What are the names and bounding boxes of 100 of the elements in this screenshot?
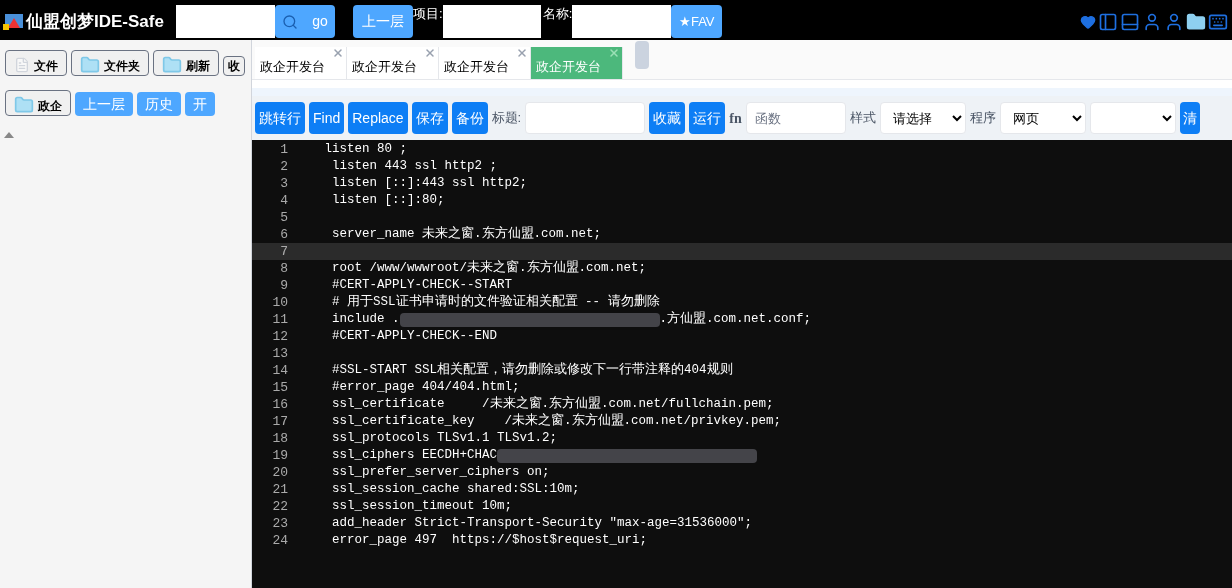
toolbar-button[interactable]: 备份	[451, 102, 488, 134]
sidebar-button[interactable]: 上一层	[75, 92, 133, 116]
panel-bottom-icon[interactable]	[1120, 11, 1140, 32]
sidebar-button[interactable]: 文件夹	[71, 50, 149, 76]
sidebar-button[interactable]: 政企	[5, 90, 71, 116]
file-icon	[14, 55, 30, 75]
code-line: #SSL-START SSL相关配置，请勿删除或修改下一行带注释的404规则	[331, 361, 733, 380]
project-label: 项目:	[413, 5, 443, 23]
code-line: ssl_session_timeout 10m;	[331, 498, 513, 516]
clear-button[interactable]: 清	[1179, 102, 1200, 134]
up-button[interactable]: 上一层	[353, 5, 413, 38]
line-number: 6	[279, 225, 288, 244]
toolbar-button[interactable]: Find	[309, 102, 345, 134]
line-number: 18	[271, 429, 288, 448]
editor-tab[interactable]: 政企开发台	[531, 47, 623, 79]
fav-button[interactable]: ★FAV	[671, 5, 723, 38]
logo-icon	[2, 11, 24, 32]
line-number: 12	[271, 327, 288, 346]
code-line: listen 80 ;	[323, 141, 408, 159]
code-line: server_name 未来之窗.东方仙盟.com.net;	[331, 225, 602, 244]
program-select[interactable]: 网页	[999, 102, 1086, 134]
line-number: 8	[279, 259, 288, 278]
line-number: 24	[271, 531, 288, 550]
sidebar-button[interactable]: 刷新	[153, 50, 219, 76]
line-number: 13	[271, 344, 288, 363]
title-field[interactable]	[525, 102, 646, 134]
close-icon[interactable]	[332, 47, 344, 59]
line-number: 20	[271, 463, 288, 482]
sidebar-button[interactable]: 收	[223, 56, 245, 76]
code-line: ssl_session_cache shared:SSL:10m;	[331, 481, 580, 499]
folder-icon	[162, 55, 182, 75]
code-line: listen 443 ssl http2 ;	[331, 158, 498, 176]
line-number: 4	[279, 191, 288, 210]
close-icon[interactable]	[424, 47, 436, 59]
app-title: 仙盟创梦IDE-Safe	[26, 10, 165, 33]
toolbar-button[interactable]: Replace	[348, 102, 408, 134]
scroll-up-icon[interactable]	[4, 132, 14, 138]
project-field[interactable]	[442, 5, 541, 38]
go-button[interactable]: go	[275, 5, 335, 38]
code-line: #error_page 404/404.html;	[331, 379, 520, 396]
code-line: ssl_prefer_server_ciphers on;	[331, 464, 550, 482]
sidebar-button[interactable]: 文件	[5, 50, 67, 76]
line-number: 16	[271, 395, 288, 414]
folder-icon[interactable]	[1186, 11, 1206, 32]
close-icon[interactable]	[608, 47, 620, 59]
program-label: 程序	[969, 109, 996, 128]
title-label: 标题:	[491, 109, 522, 128]
line-number: 3	[279, 174, 288, 193]
code-line: error_page 497 https://$host$request_uri;	[331, 532, 648, 550]
line-number: 22	[271, 497, 288, 516]
editor-tab[interactable]: 政企开发台	[347, 47, 439, 79]
line-number: 10	[271, 293, 288, 312]
code-line: ssl_ciphers EECDH+CHAC	[331, 447, 498, 465]
code-line: listen [::]:80;	[331, 192, 445, 210]
editor-tab[interactable]: 政企开发台	[439, 47, 531, 79]
line-number: 21	[271, 480, 288, 499]
line-number: 2	[279, 157, 288, 176]
code-line: .方仙盟.com.net.conf;	[659, 310, 812, 329]
sidebar-button[interactable]: 开	[185, 92, 215, 116]
fn-label: fn	[729, 109, 742, 128]
toolbar-button[interactable]: 收藏	[649, 102, 686, 134]
code-line: listen [::]:443 ssl http2;	[331, 175, 528, 193]
folder-icon	[80, 55, 100, 75]
line-number: 14	[271, 361, 288, 380]
line-number: 1	[279, 140, 288, 159]
code-line: ssl_protocols TLSv1.1 TLSv1.2;	[331, 430, 558, 448]
line-number: 23	[271, 514, 288, 533]
user-icon[interactable]	[1164, 11, 1184, 32]
line-number: 5	[279, 208, 288, 227]
editor-tab[interactable]: 政企开发台	[255, 47, 347, 79]
line-number: 15	[271, 378, 288, 397]
toolbar-button[interactable]: 运行	[689, 102, 726, 134]
folder-icon	[14, 95, 34, 115]
code-line: root /www/wwwroot/未来之窗.东方仙盟.com.net;	[331, 259, 647, 278]
code-line: add_header Strict-Transport-Security "max-age=31536000";	[331, 515, 753, 533]
panel-left-icon[interactable]	[1098, 11, 1118, 32]
toolbar-button[interactable]: 跳转行	[255, 102, 305, 134]
tab-scrollbar-thumb[interactable]	[635, 41, 649, 69]
line-number: 17	[271, 412, 288, 431]
code-line: ssl_certificate /未来之窗.东方仙盟.com.net/fullchain.pem;	[331, 395, 774, 413]
function-field[interactable]: 函数	[745, 102, 846, 134]
code-line: include .	[331, 311, 400, 329]
user-icon[interactable]	[1142, 11, 1162, 32]
name-label: 名称:	[542, 5, 573, 23]
style-label: 样式	[849, 109, 876, 128]
sidebar-button[interactable]: 历史	[137, 92, 181, 116]
line-number: 19	[271, 446, 288, 465]
close-icon[interactable]	[516, 47, 528, 59]
code-line: #CERT-APPLY-CHECK--START	[331, 277, 513, 294]
toolbar-button[interactable]: 保存	[411, 102, 448, 134]
line-number: 9	[279, 276, 288, 295]
code-line: # 用于SSL证书申请时的文件验证相关配置 -- 请勿删除	[331, 293, 660, 312]
search-field[interactable]	[176, 5, 275, 38]
code-line: #CERT-APPLY-CHECK--END	[331, 328, 498, 346]
heart-icon[interactable]	[1080, 13, 1096, 30]
line-number: 7	[279, 242, 288, 261]
style-select[interactable]: 请选择	[879, 102, 966, 134]
name-field[interactable]	[572, 5, 672, 38]
line-number: 11	[271, 310, 288, 329]
code-line: ssl_certificate_key /未来之窗.东方仙盟.com.net/privkey.pem;	[331, 412, 782, 431]
